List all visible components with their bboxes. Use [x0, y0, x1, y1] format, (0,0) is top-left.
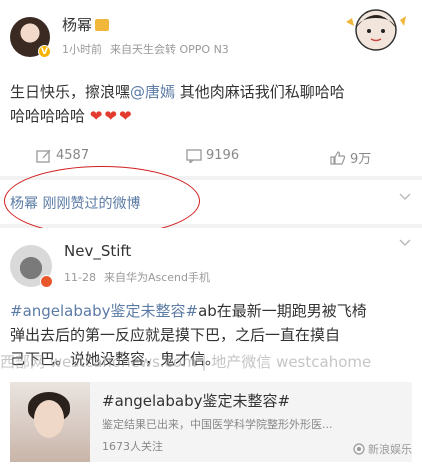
post1-username-text[interactable]: 杨幂 — [62, 16, 92, 34]
comment-icon — [186, 148, 202, 163]
repost-icon — [36, 149, 51, 163]
post1-text-after: 其他肉麻话我们私聊哈哈 — [175, 83, 345, 101]
topic-card-description: 鉴定结果已出来，中国医学科学院整形外形医... — [102, 418, 333, 431]
topic-card[interactable]: #angelababy鉴定未整容# 鉴定结果已出来，中国医学科学院整形外形医..… — [10, 382, 412, 462]
post1-source: 来自天生会转 OPPO N3 — [110, 43, 229, 56]
comment-count: 9196 — [206, 148, 240, 163]
post1-time: 1小时前 — [62, 43, 102, 56]
post2-meta: 11-28 来自华为Ascend手机 — [64, 269, 210, 285]
post1-text: 生日快乐，擦浪嘿@唐嫣 其他肉麻话我们私聊哈哈 哈哈哈哈哈 ❤ ❤ ❤ — [10, 80, 414, 128]
hashtag-link[interactable]: #angelababy鉴定未整容# — [10, 302, 198, 320]
post2-text-line2: 弹出去后的第一反应就是摸下巴，之后一直在摸自 — [10, 326, 341, 344]
post2-date: 11-28 — [64, 271, 96, 284]
repost-count: 4587 — [56, 148, 90, 163]
post2-source: 来自华为Ascend手机 — [103, 271, 210, 284]
mention-link[interactable]: @唐嫣 — [130, 83, 175, 101]
sina-ent-logo-text: 新浪娱乐 — [368, 443, 412, 456]
topic-card-title[interactable]: #angelababy鉴定未整容# — [102, 390, 290, 411]
post1-username[interactable]: 杨幂 — [62, 14, 110, 35]
heart-icon: ❤ — [118, 107, 132, 125]
weibo-post-1: V 杨幂 1小时前 来自天生会转 OPPO N3 生日快乐，擦浪嘿@唐嫣 其他肉麻… — [0, 0, 422, 176]
thumbnail-face — [34, 400, 64, 438]
post2-text-part1: ab在最新一期跑男被飞椅 — [198, 302, 367, 320]
comment-button[interactable]: 9196 — [186, 148, 239, 163]
chevron-down-icon[interactable] — [398, 238, 412, 248]
weibo-post-2: Nev_Stift 11-28 来自华为Ascend手机 #angelababy鉴… — [0, 228, 422, 469]
like-button[interactable]: 9万 — [330, 148, 371, 167]
repost-button[interactable]: 4587 — [36, 148, 89, 163]
post1-text-before: 生日快乐，擦浪嘿 — [10, 83, 131, 101]
topic-card-follow-count: 1673人关注 — [102, 440, 163, 453]
crown-icon — [95, 19, 110, 31]
watermark-text: 西部网 westcahonews.com | 地产微信 westcahome — [0, 353, 372, 371]
verified-badge-icon: V — [38, 45, 51, 58]
heart-icon: ❤ — [104, 107, 117, 125]
topic-card-thumbnail — [10, 382, 90, 462]
post1-meta: 1小时前 来自天生会转 OPPO N3 — [62, 41, 229, 57]
sina-eye-icon — [353, 443, 365, 455]
post2-username[interactable]: Nev_Stift — [64, 242, 131, 260]
chevron-down-icon[interactable] — [398, 192, 412, 202]
like-count: 9万 — [350, 152, 372, 167]
sina-ent-logo: 新浪娱乐 — [353, 441, 412, 457]
heart-icon: ❤ — [89, 107, 103, 125]
cartoon-badge-icon — [346, 9, 406, 51]
post1-text-line2: 哈哈哈哈哈 — [10, 107, 86, 125]
thumbs-up-icon — [330, 150, 346, 165]
highlight-oval — [4, 166, 200, 236]
member-badge-icon — [40, 275, 53, 288]
